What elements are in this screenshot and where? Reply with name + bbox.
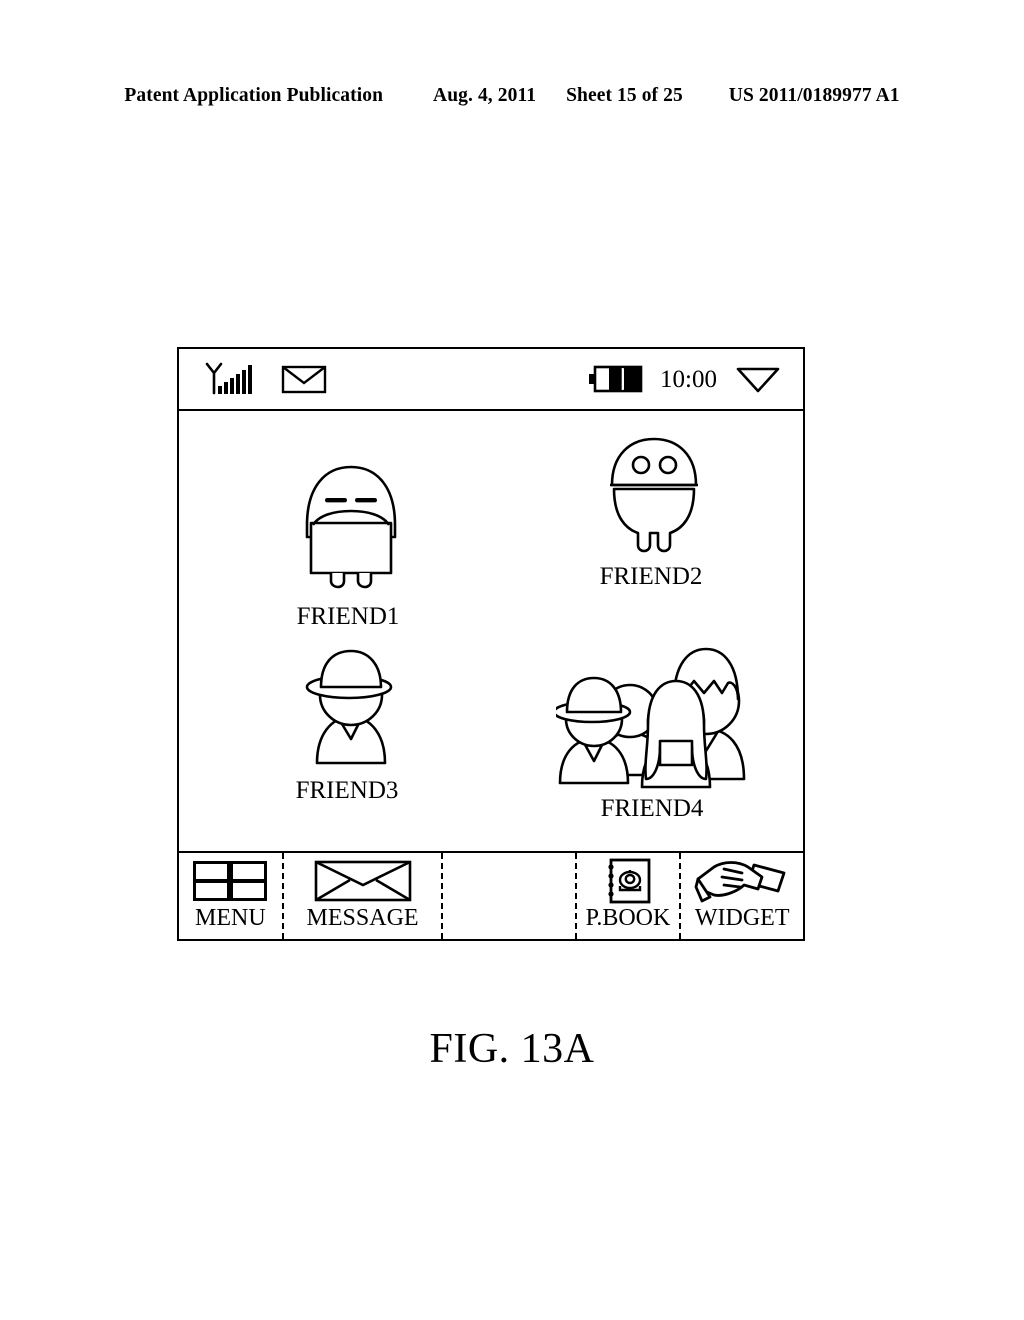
hand-holding-card-icon <box>694 858 790 904</box>
friend-item-friend4[interactable]: FRIEND4 <box>509 629 799 822</box>
bottom-toolbar: MENU MESSAGE P.BOOK WIDGET <box>179 851 803 939</box>
toolbar-label: WIDGET <box>694 905 790 931</box>
toolbar-item-pbook[interactable]: P.BOOK <box>574 853 680 939</box>
status-bar: 10:00 <box>179 349 803 411</box>
toolbar-label: MENU <box>195 905 266 931</box>
patent-page-header: Patent Application Publication Aug. 4, 2… <box>0 85 1024 107</box>
friend-label: FRIEND4 <box>600 795 704 822</box>
group-of-people-avatar[interactable] <box>509 629 799 789</box>
envelope-icon <box>281 363 327 395</box>
status-bar-left-group <box>203 349 327 409</box>
phone-screen-frame: 10:00 FRIEND1 FRIEND2 FRIEND3 FRIEND4 ME… <box>177 347 805 941</box>
signal-antenna-bars-icon <box>203 362 255 396</box>
friend-label: FRIEND1 <box>296 603 400 630</box>
friend-label: FRIEND2 <box>599 563 703 590</box>
publication-label: Patent Application Publication <box>124 85 384 106</box>
home-canvas: FRIEND1 FRIEND2 FRIEND3 FRIEND4 <box>179 411 803 851</box>
patent-number: US 2011/0189977 A1 <box>728 85 900 106</box>
publication-date: Aug. 4, 2011 <box>433 85 537 106</box>
friend-label: FRIEND3 <box>295 777 399 804</box>
toolbar-item-empty[interactable] <box>441 853 574 939</box>
toolbar-label: MESSAGE <box>306 905 419 931</box>
toolbar-label: P.BOOK <box>585 905 671 931</box>
friend-item-friend1[interactable]: FRIEND1 <box>201 459 501 630</box>
grid-four-squares-icon <box>191 858 269 904</box>
status-bar-right-group: 10:00 <box>588 349 781 409</box>
toolbar-item-message[interactable]: MESSAGE <box>281 853 442 939</box>
figure-caption: FIG. 13A <box>429 1026 595 1072</box>
dome-character-slit-eyes-avatar[interactable] <box>201 459 501 591</box>
sheet-number: Sheet 15 of 25 <box>566 85 683 106</box>
toolbar-item-menu[interactable]: MENU <box>179 853 282 939</box>
friend-item-friend3[interactable]: FRIEND3 <box>201 643 501 804</box>
status-bar-clock: 10:00 <box>660 365 717 393</box>
battery-icon <box>588 362 644 396</box>
phonebook-telephone-icon <box>603 858 653 904</box>
person-with-hat-avatar[interactable] <box>201 643 501 767</box>
triangle-down-icon[interactable] <box>735 364 781 394</box>
toolbar-item-widget[interactable]: WIDGET <box>679 853 803 939</box>
friend-item-friend2[interactable]: FRIEND2 <box>509 433 799 590</box>
envelope-icon <box>314 858 412 904</box>
dome-character-round-eyes-avatar[interactable] <box>509 433 799 555</box>
